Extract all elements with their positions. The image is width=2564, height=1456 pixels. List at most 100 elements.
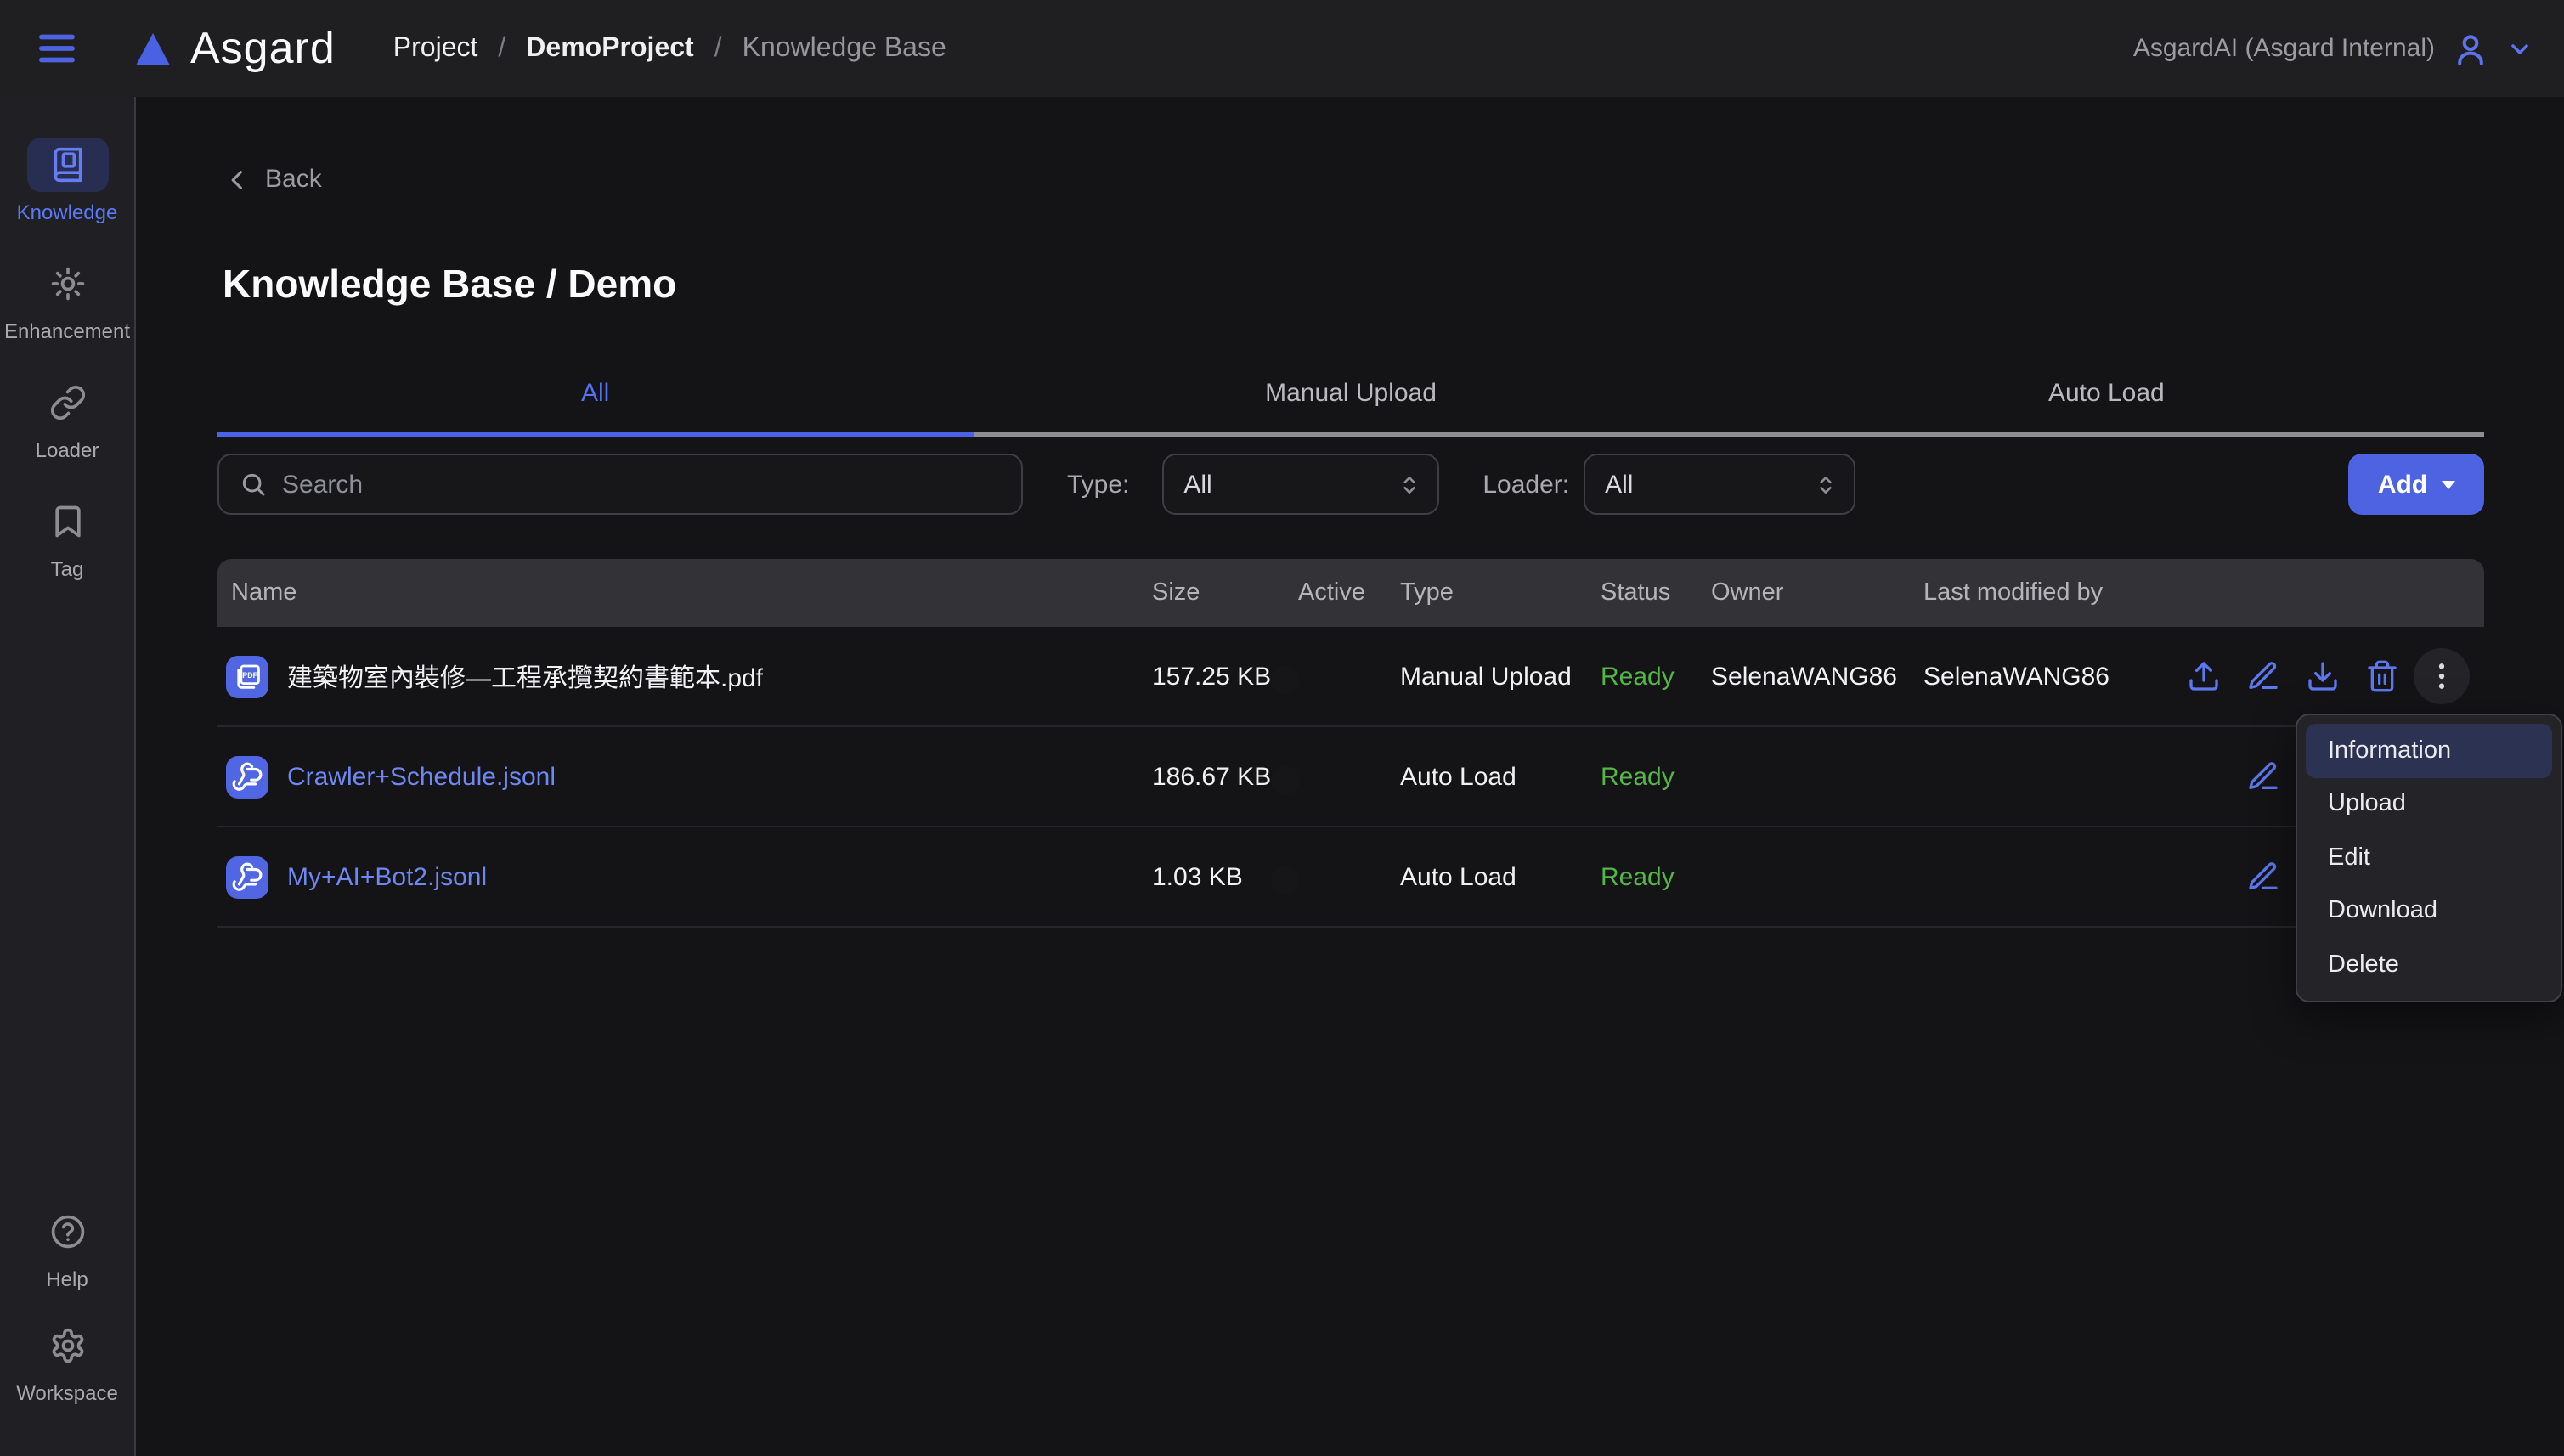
edit-pen-icon[interactable]: [2246, 659, 2280, 693]
status-badge: Ready: [1601, 862, 1711, 891]
book-icon: [48, 146, 86, 183]
top-bar: Asgard Project / DemoProject / Knowledge…: [0, 0, 2564, 97]
tab-bar: All Manual Upload Auto Load: [217, 369, 2484, 437]
toggle-knob: [1271, 765, 1300, 794]
jsonl-file-icon: [226, 855, 268, 898]
toggle-knob: [1271, 866, 1300, 894]
sidebar-item-label: Enhancement: [4, 319, 130, 343]
type-select-value: All: [1183, 470, 1211, 499]
search-box[interactable]: [217, 454, 1023, 515]
breadcrumb-knowledge-base: Knowledge Base: [743, 33, 946, 64]
add-button[interactable]: Add: [2348, 454, 2484, 515]
file-name[interactable]: 建築物室內裝修—工程承攬契約書範本.pdf: [287, 658, 763, 694]
column-header-type: Type: [1400, 579, 1601, 607]
table-header-row: Name Size Active Type Status Owner Last …: [217, 559, 2484, 627]
file-name-cell: PDF 建築物室內裝修—工程承攬契約書範本.pdf: [217, 655, 1152, 697]
back-button[interactable]: Back: [226, 165, 322, 194]
bookmark-icon: [48, 503, 86, 540]
type-select[interactable]: All: [1161, 454, 1438, 515]
table-row: My+AI+Bot2.jsonl 1.03 KB Auto Load Ready: [217, 827, 2484, 928]
help-circle-icon: [48, 1213, 86, 1250]
sidebar-item-label: Loader: [36, 438, 99, 462]
file-name-link[interactable]: My+AI+Bot2.jsonl: [287, 862, 487, 891]
knowledge-table: Name Size Active Type Status Owner Last …: [217, 559, 2484, 928]
column-header-last-modified: Last modified by: [1923, 579, 2178, 607]
sidebar-top-group: Knowledge Enhancement Loader Tag: [0, 138, 135, 581]
type-filter-label: Type:: [1067, 470, 1129, 499]
upload-icon[interactable]: [2187, 659, 2221, 693]
status-badge: Ready: [1601, 762, 1711, 791]
main-content: Back Knowledge Base / Demo All Manual Up…: [136, 97, 2564, 1456]
chevrons-up-down-icon: [1398, 473, 1420, 495]
sidebar-item-label: Knowledge: [17, 200, 118, 224]
sidebar-item-help[interactable]: Help: [0, 1205, 135, 1291]
menu-hamburger-icon[interactable]: [34, 25, 80, 71]
trash-icon[interactable]: [2365, 659, 2399, 693]
tab-auto-load[interactable]: Auto Load: [1729, 369, 2484, 432]
sidebar-item-enhancement[interactable]: Enhancement: [0, 257, 135, 343]
chevron-left-icon: [226, 167, 250, 191]
column-header-size: Size: [1152, 579, 1298, 607]
breadcrumb-separator: /: [498, 33, 505, 64]
page-title: Knowledge Base / Demo: [223, 262, 676, 308]
menu-item-upload[interactable]: Upload: [2306, 777, 2552, 831]
tab-manual-upload[interactable]: Manual Upload: [973, 369, 1728, 432]
file-type: Auto Load: [1400, 762, 1601, 791]
loader-filter-label: Loader:: [1482, 470, 1569, 499]
menu-item-edit[interactable]: Edit: [2306, 831, 2552, 884]
app-logo[interactable]: Asgard: [131, 22, 336, 75]
sidebar-item-loader[interactable]: Loader: [0, 375, 135, 462]
kebab-icon: [2425, 659, 2459, 693]
sidebar-bottom-group: Help Workspace: [0, 1205, 135, 1405]
sidebar-item-label: Workspace: [16, 1381, 118, 1405]
logo-triangle-icon: [131, 28, 175, 69]
sidebar-item-label: Tag: [51, 557, 84, 581]
loader-select-value: All: [1605, 470, 1633, 499]
chevrons-up-down-icon: [1814, 473, 1836, 495]
svg-text:PDF: PDF: [242, 670, 257, 679]
loader-select[interactable]: All: [1583, 454, 1855, 515]
sidebar-item-knowledge[interactable]: Knowledge: [0, 138, 135, 224]
edit-pen-icon[interactable]: [2246, 759, 2280, 793]
tab-all[interactable]: All: [217, 369, 973, 432]
more-actions-button[interactable]: [2425, 659, 2459, 693]
sun-icon: [48, 265, 86, 302]
search-icon: [240, 471, 267, 498]
screenshot-viewport: Asgard Project / DemoProject / Knowledge…: [0, 0, 2564, 1456]
breadcrumb-separator: /: [714, 33, 722, 64]
search-input[interactable]: [282, 470, 1001, 499]
table-row: Crawler+Schedule.jsonl 186.67 KB Auto Lo…: [217, 727, 2484, 827]
jsonl-file-icon: [226, 755, 268, 798]
row-actions: [2178, 659, 2484, 693]
edit-pen-icon[interactable]: [2246, 860, 2280, 894]
user-label: AsgardAI (Asgard Internal): [2133, 34, 2435, 63]
sidebar-item-tag[interactable]: Tag: [0, 494, 135, 581]
user-menu[interactable]: AsgardAI (Asgard Internal): [2133, 30, 2533, 67]
row-context-menu: Information Upload Edit Download Delete: [2296, 714, 2562, 1002]
column-header-active: Active: [1298, 579, 1400, 607]
chevron-down-icon[interactable]: [2506, 35, 2533, 62]
sidebar-item-label: Help: [46, 1267, 88, 1291]
file-type: Manual Upload: [1400, 662, 1601, 691]
column-header-name: Name: [217, 579, 1152, 607]
toggle-knob: [1271, 665, 1300, 694]
file-name-cell: Crawler+Schedule.jsonl: [217, 755, 1152, 798]
file-name-link[interactable]: Crawler+Schedule.jsonl: [287, 762, 556, 791]
column-header-owner: Owner: [1711, 579, 1923, 607]
last-modified-by: SelenaWANG86: [1923, 662, 2178, 691]
column-header-status: Status: [1601, 579, 1711, 607]
download-icon[interactable]: [2306, 659, 2340, 693]
back-label: Back: [265, 165, 322, 194]
sidebar-item-workspace[interactable]: Workspace: [0, 1318, 135, 1405]
user-avatar-icon[interactable]: [2452, 30, 2489, 67]
pdf-file-icon: PDF: [226, 655, 268, 697]
logo-text: Asgard: [190, 22, 336, 75]
file-type: Auto Load: [1400, 862, 1601, 891]
owner: SelenaWANG86: [1711, 662, 1923, 691]
status-badge: Ready: [1601, 662, 1711, 691]
menu-item-download[interactable]: Download: [2306, 884, 2552, 938]
menu-item-delete[interactable]: Delete: [2306, 938, 2552, 991]
breadcrumb-project[interactable]: Project: [393, 33, 478, 64]
menu-item-information[interactable]: Information: [2306, 724, 2552, 777]
breadcrumb-demo-project[interactable]: DemoProject: [526, 33, 693, 64]
